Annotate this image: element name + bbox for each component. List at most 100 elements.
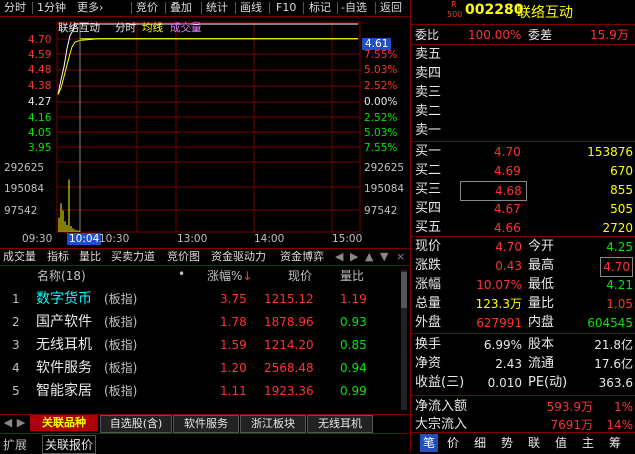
price-tick: 4.70 <box>28 34 52 46</box>
tab-scroll-right[interactable]: ▶ <box>350 250 358 264</box>
tab-scroll-left[interactable]: ◀ <box>335 250 343 264</box>
volume-tick-left: 97542 <box>4 205 38 217</box>
toolbar-tab-fenshi[interactable]: 分时 <box>4 0 26 16</box>
toolbar-mark-button[interactable]: 标记 <box>309 0 331 16</box>
toolbar-f10-button[interactable]: F10 <box>276 0 296 16</box>
toolbar-overlay-button[interactable]: 叠加 <box>170 0 192 16</box>
intraday-chart[interactable] <box>0 17 410 248</box>
toolbar-more-button[interactable]: 更多› <box>77 0 103 16</box>
tab-scroll-down[interactable]: ▼ <box>380 250 388 264</box>
expand-button[interactable]: 扩展 <box>3 436 27 453</box>
row-price: 1923.36 <box>264 384 314 398</box>
row-name[interactable]: 国产软件 <box>36 311 92 334</box>
chart-vol-legend: 成交量 <box>170 22 202 34</box>
quote-tab[interactable]: 筹 <box>609 434 621 452</box>
tab-volume-ratio[interactable]: 量比 <box>79 250 101 264</box>
toolbar-watchlist-button[interactable]: -自选 <box>341 0 367 16</box>
toolbar-back-button[interactable]: 返回 <box>380 0 402 16</box>
row-name[interactable]: 数字货币 <box>36 288 92 311</box>
chart-avg-legend: 均线 <box>142 22 163 34</box>
bottom-scroll-right[interactable]: ▶ <box>15 415 27 431</box>
quote-tab[interactable]: 价 <box>447 434 459 452</box>
stat-value: 4.21 <box>606 278 633 292</box>
tab-volume[interactable]: 成交量 <box>3 250 36 264</box>
row-ratio: 0.85 <box>340 338 367 352</box>
tab-indicator[interactable]: 指标 <box>47 250 69 264</box>
time-tick: 10:30 <box>99 233 130 245</box>
volume-tick-left: 195084 <box>4 183 45 195</box>
buy-level-price[interactable]: 4.70 <box>494 143 521 161</box>
stock-name: 联络互动 <box>517 5 573 21</box>
flow-percent: 1% <box>613 400 633 414</box>
stat-value: 6.99% <box>483 338 522 352</box>
quote-tab[interactable]: 细 <box>474 434 486 452</box>
tab-auction-chart[interactable]: 竞价图 <box>167 250 200 264</box>
list-scrollbar[interactable] <box>400 270 408 410</box>
tab-close[interactable]: × <box>396 250 405 264</box>
list-item[interactable]: 2 国产软件 (板指) 1.78 1878.96 0.93 <box>0 311 410 334</box>
list-item[interactable]: 5 智能家居 (板指) 1.11 1923.36 0.99 <box>0 380 410 403</box>
price-tick: 4.38 <box>28 80 52 92</box>
list-header-price[interactable]: 现价 <box>288 267 312 284</box>
row-pct: 1.78 <box>220 315 247 329</box>
buy-level-label: 买五 <box>415 220 442 235</box>
row-name[interactable]: 无线耳机 <box>36 334 92 357</box>
price-tick: 4.27 <box>28 96 52 108</box>
tab-fund-game[interactable]: 资金博弈 <box>280 250 324 264</box>
row-ratio: 1.19 <box>340 292 367 306</box>
tab-buy-sell-force[interactable]: 买卖力道 <box>111 250 155 264</box>
list-item[interactable]: 3 无线耳机 (板指) 1.59 1214.20 0.85 <box>0 334 410 357</box>
row-price: 1878.96 <box>264 315 314 329</box>
bottom-tab-watchlist[interactable]: 自选股(含) <box>100 415 172 433</box>
bottom-scroll-left[interactable]: ◀ <box>2 415 14 431</box>
price-tick: 4.59 <box>28 49 52 61</box>
buy-level-price[interactable]: 4.69 <box>494 162 521 180</box>
list-item[interactable]: 4 软件服务 (板指) 1.20 2568.48 0.94 <box>0 357 410 380</box>
stat-label: 净资 <box>415 356 442 371</box>
row-name[interactable]: 软件服务 <box>36 357 92 380</box>
tab-scroll-up[interactable]: ▲ <box>365 250 373 264</box>
toolbar-stats-button[interactable]: 统计 <box>206 0 228 16</box>
time-tick: 09:30 <box>22 233 53 245</box>
row-ratio: 0.99 <box>340 384 367 398</box>
related-quote-button[interactable]: 关联报价 <box>42 435 97 454</box>
toolbar-tab-1min[interactable]: 1分钟 <box>37 0 66 16</box>
percent-tick: 0.00% <box>364 96 398 108</box>
buy-level-price[interactable]: 4.67 <box>494 200 521 218</box>
bottom-tab-earphones[interactable]: 无线耳机 <box>307 415 373 433</box>
row-index: 4 <box>12 361 20 375</box>
buy-level-price[interactable]: 4.68 <box>460 181 527 201</box>
bottom-tab-related[interactable]: 关联品种 <box>30 415 98 431</box>
toolbar-draw-button[interactable]: 画线 <box>240 0 262 16</box>
flow-label: 净流入额 <box>415 399 468 414</box>
volume-tick-left: 292625 <box>4 162 45 174</box>
percent-tick: 2.52% <box>364 80 398 92</box>
row-name[interactable]: 智能家居 <box>36 380 92 403</box>
stat-value: 10.07% <box>476 278 522 292</box>
buy-level-volume: 670 <box>610 164 633 178</box>
stat-label: 股本 <box>528 337 555 352</box>
row-index: 5 <box>12 384 20 398</box>
quote-tab[interactable]: 值 <box>555 434 567 452</box>
list-header-name[interactable]: 名称(18) <box>37 267 86 284</box>
toolbar-auction-button[interactable]: 竞价 <box>136 0 158 16</box>
volume-tick-right: 292625 <box>364 162 405 174</box>
stat-value: 4.70 <box>495 240 522 254</box>
list-header-ratio[interactable]: 量比 <box>340 267 364 284</box>
tab-fund-drive[interactable]: 资金驱动力 <box>211 250 266 264</box>
row-tag: (板指) <box>104 361 138 375</box>
quote-tab[interactable]: 主 <box>582 434 594 452</box>
chart-canvas <box>56 21 361 233</box>
bottom-tab-zhejiang[interactable]: 浙江板块 <box>240 415 306 433</box>
quote-tab[interactable]: 笔 <box>420 434 439 452</box>
scrollbar-thumb[interactable] <box>401 272 407 308</box>
list-header-pct[interactable]: 涨幅%↓ <box>207 267 252 284</box>
quote-tab[interactable]: 联 <box>528 434 540 452</box>
quote-tab[interactable]: 势 <box>501 434 513 452</box>
bottom-tab-software[interactable]: 软件服务 <box>173 415 239 433</box>
row-pct: 1.20 <box>220 361 247 375</box>
buy-level-price[interactable]: 4.66 <box>494 219 521 237</box>
buy-level-label: 买二 <box>415 163 442 178</box>
row-ratio: 0.94 <box>340 361 367 375</box>
list-item[interactable]: 1 数字货币 (板指) 3.75 1215.12 1.19 <box>0 288 410 311</box>
